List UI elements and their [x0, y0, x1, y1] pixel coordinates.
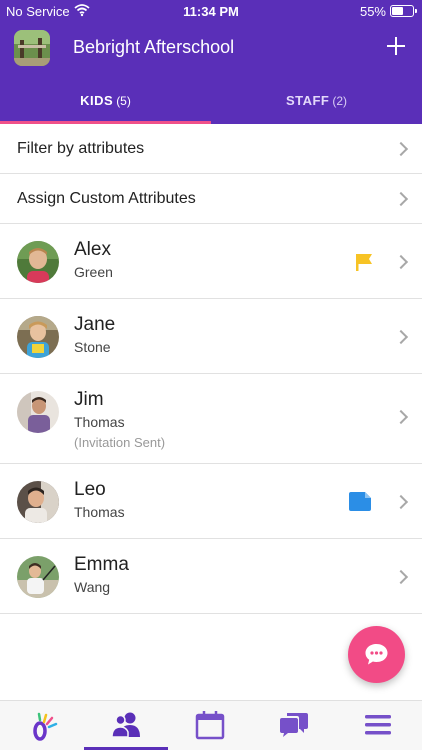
chat-fab-button[interactable]: [348, 626, 405, 683]
bottom-tab-bar: [0, 700, 422, 750]
kid-last-name: Thomas: [74, 504, 125, 520]
tab-kids-label: KIDS: [80, 93, 114, 108]
school-avatar[interactable]: [14, 30, 50, 66]
chevron-right-icon: [393, 141, 409, 157]
bottom-tab-menu[interactable]: [336, 701, 420, 750]
tab-staff[interactable]: STAFF (2): [211, 74, 422, 124]
add-button[interactable]: [382, 32, 410, 60]
chat-icon: [280, 713, 308, 737]
chevron-right-icon: [393, 254, 409, 270]
document-icon: [348, 492, 372, 511]
chevron-right-icon: [393, 329, 409, 345]
kid-first-name: Jane: [74, 314, 116, 335]
battery-icon: [390, 5, 417, 17]
bottom-tab-messages[interactable]: [252, 701, 336, 750]
list-item[interactable]: Emma Wang: [0, 539, 422, 614]
page-title: Bebright Afterschool: [73, 37, 235, 57]
tab-kids-count: (5): [116, 94, 131, 108]
tab-staff-count: (2): [332, 94, 348, 108]
chat-bubble-icon: [365, 644, 388, 665]
kid-last-name: Green: [74, 264, 113, 280]
menu-icon: [365, 715, 391, 735]
calendar-icon: [195, 711, 225, 740]
flag-icon: [354, 252, 374, 272]
list-item[interactable]: Alex Green: [0, 224, 422, 299]
kid-last-name: Stone: [74, 339, 111, 355]
list-item[interactable]: Jane Stone: [0, 299, 422, 374]
kids-list: Filter by attributes Assign Custom Attri…: [0, 124, 422, 614]
chevron-right-icon: [393, 409, 409, 425]
kid-first-name: Emma: [74, 554, 129, 575]
kid-first-name: Leo: [74, 479, 106, 500]
list-item[interactable]: Jim Thomas (Invitation Sent): [0, 374, 422, 464]
chevron-right-icon: [393, 191, 409, 207]
kid-first-name: Alex: [74, 239, 111, 260]
chevron-right-icon: [393, 569, 409, 585]
avatar: [17, 481, 59, 523]
tab-bar: KIDS (5) STAFF (2): [0, 74, 422, 124]
battery-percentage: 55%: [359, 4, 386, 19]
clock: 11:34 PM: [183, 4, 239, 19]
kid-last-name: Thomas: [74, 414, 125, 430]
option-label: Filter by attributes: [17, 140, 145, 157]
bottom-tab-calendar[interactable]: [168, 701, 252, 750]
chevron-right-icon: [393, 494, 409, 510]
list-item[interactable]: Leo Thomas: [0, 464, 422, 539]
tab-kids[interactable]: KIDS (5): [0, 74, 211, 124]
avatar: [17, 556, 59, 598]
kid-last-name: Wang: [74, 579, 111, 595]
avatar: [17, 241, 59, 283]
tab-staff-label: STAFF: [285, 93, 330, 108]
people-icon: [111, 712, 140, 738]
navigation-bar: Bebright Afterschool: [0, 22, 422, 74]
bottom-tab-home[interactable]: [0, 701, 84, 750]
option-label: Assign Custom Attributes: [17, 190, 196, 207]
kid-first-name: Jim: [74, 389, 104, 410]
logo-icon: [33, 712, 58, 741]
avatar: [17, 316, 59, 358]
status-bar: No Service 11:34 PM 55%: [0, 0, 422, 22]
bottom-tab-people[interactable]: [84, 701, 168, 750]
assign-custom-attributes-row[interactable]: Assign Custom Attributes: [0, 174, 422, 224]
avatar: [17, 391, 59, 433]
filter-by-attributes-row[interactable]: Filter by attributes: [0, 124, 422, 174]
invitation-status: (Invitation Sent): [74, 435, 166, 450]
